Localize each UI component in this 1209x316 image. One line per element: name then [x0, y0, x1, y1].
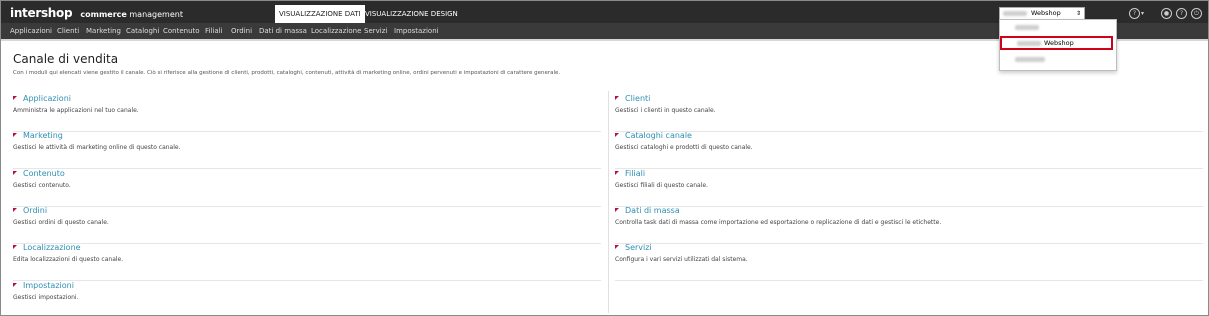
menu-item-impostazioni[interactable]: Impostazioni — [394, 23, 439, 39]
module-localizzazione: Localizzazione Edita localizzazioni di q… — [13, 243, 601, 281]
user-icon[interactable]: ● — [1161, 7, 1172, 19]
menu-item-localizzazione[interactable]: Localizzazione — [311, 23, 361, 39]
module-servizi: Servizi Configura i vari servizi utilizz… — [615, 243, 1203, 281]
channel-select-value: Webshop — [1031, 9, 1061, 17]
menu-item-servizi[interactable]: Servizi — [364, 23, 387, 39]
suite-name-bold: commerce — [80, 10, 127, 19]
bullet-flag-icon — [615, 245, 619, 249]
module-applicazioni: Applicazioni Amministra le applicazioni … — [13, 94, 601, 132]
column-divider — [608, 91, 609, 313]
dropdown-option-label: Webshop — [1044, 39, 1074, 47]
chevron-down-icon: ▾ — [1141, 10, 1145, 17]
module-link-marketing[interactable]: Marketing — [23, 131, 63, 140]
module-description: Controlla task dati di massa come import… — [615, 219, 942, 226]
intershop-logo: intershop — [10, 6, 73, 20]
page-subtitle: Con i moduli qui elencati viene gestito … — [13, 70, 561, 76]
menu-item-applicazioni[interactable]: Applicazioni — [10, 23, 52, 39]
blurred-organization-name — [1017, 41, 1041, 46]
dropdown-option-blurred[interactable] — [1000, 22, 1116, 34]
select-arrows-icon: ⇕ — [1075, 10, 1081, 17]
bullet-flag-icon — [13, 283, 17, 287]
suite-name-rest: management — [129, 10, 183, 19]
module-description: Gestisci contenuto. — [13, 182, 71, 189]
blurred-option-name — [1015, 57, 1045, 62]
bullet-flag-icon — [615, 208, 619, 212]
module-description: Edita localizzazioni di questo canale. — [13, 256, 124, 263]
menu-item-clienti[interactable]: Clienti — [57, 23, 79, 39]
module-link-servizi[interactable]: Servizi — [625, 243, 652, 252]
application-frame: intershop commerce management VISUALIZZA… — [0, 0, 1209, 316]
menu-item-ordini[interactable]: Ordini — [231, 23, 252, 39]
module-description: Gestisci filiali di questo canale. — [615, 182, 708, 189]
bullet-flag-icon — [615, 171, 619, 175]
module-link-applicazioni[interactable]: Applicazioni — [23, 94, 71, 103]
menu-item-marketing[interactable]: Marketing — [86, 23, 121, 39]
module-description: Gestisci le attività di marketing online… — [13, 144, 181, 151]
module-description: Gestisci i clienti in questo canale. — [615, 107, 716, 114]
module-link-dati-di-massa[interactable]: Dati di massa — [625, 206, 680, 215]
blurred-organization-name — [1003, 11, 1027, 16]
menu-item-cataloghi[interactable]: Cataloghi — [126, 23, 159, 39]
module-filiali: Filiali Gestisci filiali di questo canal… — [615, 169, 1203, 207]
module-impostazioni: Impostazioni Gestisci impostazioni. — [13, 281, 601, 315]
module-ordini: Ordini Gestisci ordini di questo canale. — [13, 206, 601, 244]
bullet-flag-icon — [615, 133, 619, 137]
module-contenuto: Contenuto Gestisci contenuto. — [13, 169, 601, 207]
bullet-flag-icon — [13, 171, 17, 175]
module-link-clienti[interactable]: Clienti — [625, 94, 650, 103]
module-description: Configura i vari servizi utilizzati dal … — [615, 256, 748, 263]
module-clienti: Clienti Gestisci i clienti in questo can… — [615, 94, 1203, 132]
suite-name: commerce management — [80, 10, 183, 19]
module-dati-di-massa: Dati di massa Controlla task dati di mas… — [615, 206, 1203, 244]
tab-data-view[interactable]: VISUALIZZAZIONE DATI — [275, 5, 365, 23]
module-marketing: Marketing Gestisci le attività di market… — [13, 131, 601, 169]
dropdown-option-blurred[interactable] — [1000, 54, 1116, 66]
module-description: Gestisci impostazioni. — [13, 294, 79, 301]
module-description: Amministra le applicazioni nel tuo canal… — [13, 107, 139, 114]
help-circle-icon[interactable]: ? ▾ — [1129, 7, 1145, 19]
module-link-filiali[interactable]: Filiali — [625, 169, 645, 178]
menu-item-contenuto[interactable]: Contenuto — [163, 23, 200, 39]
module-description: Gestisci cataloghi e prodotti di questo … — [615, 144, 753, 151]
brand: intershop commerce management — [10, 4, 183, 20]
bullet-flag-icon — [615, 96, 619, 100]
module-link-impostazioni[interactable]: Impostazioni — [23, 281, 74, 290]
tab-design-view[interactable]: VISUALIZZAZIONE DESIGN — [361, 5, 462, 23]
module-link-cataloghi-canale[interactable]: Cataloghi canale — [625, 131, 692, 140]
main-content: Canale di vendita Con i moduli qui elenc… — [1, 41, 1208, 315]
question-icon[interactable]: ? — [1176, 7, 1187, 19]
module-cataloghi-canale: Cataloghi canale Gestisci cataloghi e pr… — [615, 131, 1203, 169]
bullet-flag-icon — [13, 208, 17, 212]
module-description: Gestisci ordini di questo canale. — [13, 219, 109, 226]
bullet-flag-icon — [13, 133, 17, 137]
bullet-flag-icon — [13, 245, 17, 249]
module-link-contenuto[interactable]: Contenuto — [23, 169, 65, 178]
dropdown-option-webshop[interactable]: Webshop — [1000, 36, 1113, 50]
channel-dropdown-menu: Webshop — [999, 19, 1117, 71]
page-title: Canale di vendita — [13, 52, 119, 66]
module-link-ordini[interactable]: Ordini — [23, 206, 47, 215]
bullet-flag-icon — [13, 96, 17, 100]
menu-item-filiali[interactable]: Filiali — [205, 23, 223, 39]
module-link-localizzazione[interactable]: Localizzazione — [23, 243, 81, 252]
power-icon[interactable]: ⏻ — [1191, 7, 1202, 19]
blurred-option-name — [1015, 25, 1039, 30]
menu-item-dati-di-massa[interactable]: Dati di massa — [259, 23, 307, 39]
